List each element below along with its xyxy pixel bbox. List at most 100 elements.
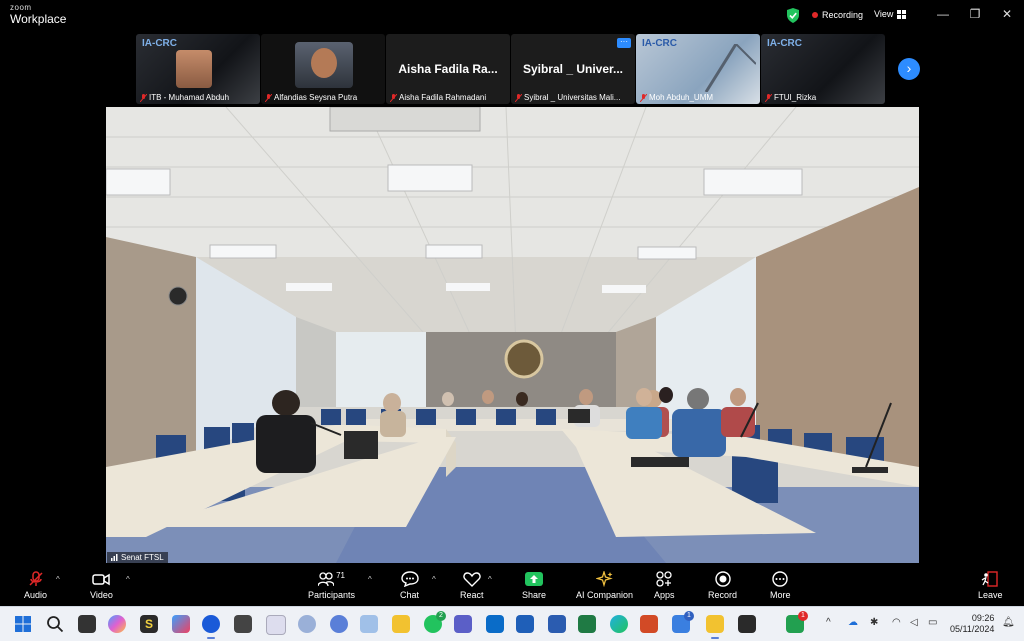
ai-companion-label: AI Companion: [576, 590, 634, 600]
system-clock[interactable]: 09:26 05/11/2024: [950, 613, 994, 635]
chevron-up-icon[interactable]: ^: [488, 575, 492, 584]
participants-button[interactable]: 71 Participants: [308, 571, 355, 600]
mic-muted-icon: [765, 93, 772, 102]
app-icon[interactable]: [360, 615, 378, 633]
zoom-app-icon[interactable]: [202, 615, 220, 639]
clock-date: 05/11/2024: [950, 624, 995, 634]
participant-thumbnail[interactable]: IA-CRC Moh Abduh_UMM: [636, 34, 760, 104]
file-explorer-icon[interactable]: [706, 615, 724, 639]
main-video[interactable]: [106, 107, 919, 563]
chevron-up-icon[interactable]: ^: [368, 575, 372, 584]
notification-bell-icon[interactable]: 🔔︎: [1002, 617, 1015, 628]
wifi-icon[interactable]: ◠: [892, 617, 901, 628]
record-button[interactable]: Record: [708, 571, 737, 600]
chat-button[interactable]: Chat: [400, 571, 419, 600]
video-camera-icon: [92, 573, 111, 586]
audio-button[interactable]: Audio: [24, 571, 47, 600]
teams-icon[interactable]: [454, 615, 472, 633]
close-icon[interactable]: ✕: [1000, 7, 1014, 21]
participant-name: FTUI_Rizka: [774, 93, 817, 102]
participant-thumbnail[interactable]: IA-CRC FTUI_Rizka: [761, 34, 885, 104]
participant-name: Aisha Fadila Rahmadani: [399, 93, 487, 102]
participant-video: [295, 42, 353, 88]
restore-icon[interactable]: ❐: [968, 7, 982, 21]
app-icon[interactable]: 1: [786, 611, 808, 633]
whatsapp-badge: 2: [436, 611, 446, 621]
windows-taskbar: S 2 1 1 ^ ☁ ✱ ◠ ◁ ▭ 09:26 05/11/2024 🔔︎: [0, 606, 1024, 641]
app-icon[interactable]: [234, 615, 252, 633]
todo-icon[interactable]: 1: [672, 611, 694, 633]
participant-display-name: Aisha Fadila Ra...: [398, 62, 498, 76]
chat-icon: [400, 571, 419, 587]
crane-image: [704, 44, 756, 92]
participant-thumbnail[interactable]: Aisha Fadila Ra... Aisha Fadila Rahmadan…: [386, 34, 510, 104]
react-button[interactable]: React: [460, 571, 484, 600]
app-icon[interactable]: [266, 615, 286, 635]
apps-button[interactable]: Apps: [654, 571, 675, 600]
powerpoint-icon[interactable]: [640, 615, 658, 633]
participant-thumbnail[interactable]: Syibral _ Univer... Syibral _ Universita…: [511, 34, 635, 104]
app-icon[interactable]: [738, 615, 756, 633]
view-button[interactable]: View: [874, 9, 907, 19]
participant-thumbnail[interactable]: Alfandias Seysna Putra: [261, 34, 385, 104]
share-button[interactable]: Share: [522, 571, 546, 600]
app-s-icon[interactable]: S: [140, 615, 158, 633]
word-icon[interactable]: [548, 615, 566, 633]
notes-app-icon[interactable]: [392, 615, 410, 633]
leave-button[interactable]: Leave: [978, 571, 1003, 600]
participants-label: Participants: [308, 590, 356, 600]
more-button[interactable]: More: [770, 571, 791, 600]
participant-thumbnail[interactable]: IA-CRC ITB - Muhamad Abduh: [136, 34, 260, 104]
participant-label: Moh Abduh_UMM: [640, 93, 713, 102]
bluetooth-icon[interactable]: ✱: [870, 617, 878, 628]
outlook-icon[interactable]: [486, 615, 504, 633]
audio-label: Audio: [24, 590, 48, 600]
chevron-up-icon[interactable]: ^: [432, 575, 436, 584]
iacrc-logo: IA-CRC: [767, 38, 802, 49]
mic-muted-icon: [390, 93, 397, 102]
sparkle-icon: [595, 571, 613, 587]
participants-count: 71: [336, 571, 345, 580]
app-icon[interactable]: [298, 615, 316, 633]
onedrive-icon[interactable]: ☁: [848, 617, 858, 628]
volume-icon[interactable]: ◁: [910, 617, 918, 628]
search-icon[interactable]: [46, 615, 64, 633]
speaker-name: Senat FTSL: [121, 553, 164, 562]
copilot-icon[interactable]: [108, 615, 126, 633]
participant-label: FTUI_Rizka: [765, 93, 816, 102]
video-button[interactable]: Video: [90, 571, 113, 600]
recording-indicator[interactable]: Recording: [812, 10, 863, 20]
brand-large: Workplace: [10, 12, 67, 26]
chevron-up-icon[interactable]: ^: [826, 617, 831, 628]
view-label: View: [874, 9, 894, 19]
chevron-right-icon[interactable]: ›: [898, 58, 920, 80]
signal-icon: [111, 554, 118, 561]
shield-icon[interactable]: [786, 8, 800, 23]
record-icon: [714, 571, 731, 587]
react-label: React: [460, 590, 484, 600]
participant-label: ITB - Muhamad Abduh: [140, 93, 229, 102]
app-icon[interactable]: [330, 615, 348, 633]
battery-icon[interactable]: ▭: [928, 617, 937, 628]
participants-icon: [318, 572, 335, 587]
edge-icon[interactable]: [610, 615, 628, 633]
iacrc-logo: IA-CRC: [142, 38, 177, 49]
mic-muted-icon: [140, 93, 147, 102]
minimize-icon[interactable]: —: [936, 7, 950, 21]
participant-label: Alfandias Seysna Putra: [265, 93, 357, 102]
task-view-icon[interactable]: [78, 615, 96, 633]
whatsapp-icon[interactable]: 2: [424, 611, 446, 633]
windows-start-icon[interactable]: [14, 615, 32, 633]
meeting-toolbar: Audio ^ Video ^ 71 Participants ^ Chat ^…: [0, 565, 1024, 606]
chevron-up-icon[interactable]: ^: [56, 575, 60, 584]
clock-time: 09:26: [971, 613, 995, 623]
more-label: More: [770, 590, 791, 600]
chevron-up-icon[interactable]: ^: [126, 575, 130, 584]
excel-icon[interactable]: [578, 615, 596, 633]
participant-name: Alfandias Seysna Putra: [274, 93, 358, 102]
grid-icon: [897, 9, 907, 19]
more-options-icon[interactable]: ···: [617, 38, 631, 48]
ai-companion-button[interactable]: AI Companion: [576, 571, 633, 600]
arrow-app-icon[interactable]: [172, 615, 190, 633]
app-icon[interactable]: [516, 615, 534, 633]
